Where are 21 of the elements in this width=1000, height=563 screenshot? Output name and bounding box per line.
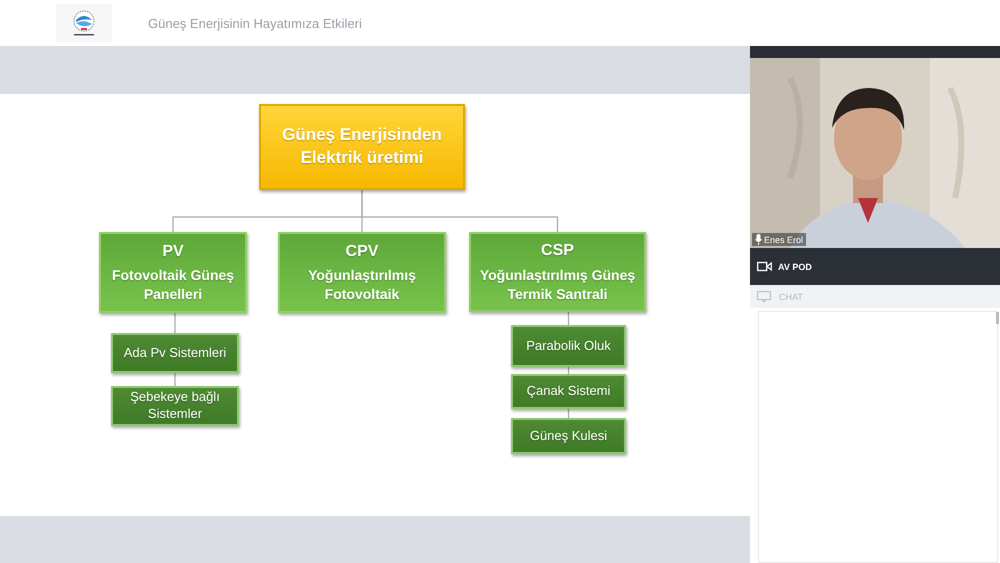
- diagram-node: Şebekeye bağlı Sistemler: [111, 386, 239, 426]
- pod-title: AV POD: [778, 262, 812, 272]
- logo-icon: [56, 4, 112, 42]
- node-title: CSP: [541, 241, 574, 262]
- video-camera-icon: [757, 261, 772, 272]
- diagram-node: Güneş Kulesi: [511, 418, 626, 454]
- node-label: Yoğunlaştırılmış Fotovoltaik: [307, 266, 417, 304]
- chat-icon: [757, 290, 771, 302]
- diagram-node: Çanak Sistemi: [511, 374, 626, 409]
- node-title: CPV: [346, 242, 378, 262]
- presentation-title: Güneş Enerjisinin Hayatımıza Etkileri: [148, 16, 362, 30]
- diagram-node: Parabolik Oluk: [511, 325, 626, 367]
- chat-title: CHAT: [779, 292, 803, 302]
- diagram-node: Ada Pv Sistemleri: [111, 333, 239, 373]
- scrollbar: [996, 312, 999, 324]
- participant-name-text: Enes Erol: [764, 234, 804, 244]
- microphone-icon: [755, 234, 762, 245]
- node-title: PV: [162, 242, 184, 262]
- node-label: Yoğunlaştırılmış Güneş Termik Santrali: [478, 266, 636, 304]
- diagram-node: Güneş Enerjisinden Elektrik üretimi: [259, 104, 465, 190]
- node-label: Fotovoltaik Güneş Panelleri: [110, 266, 236, 304]
